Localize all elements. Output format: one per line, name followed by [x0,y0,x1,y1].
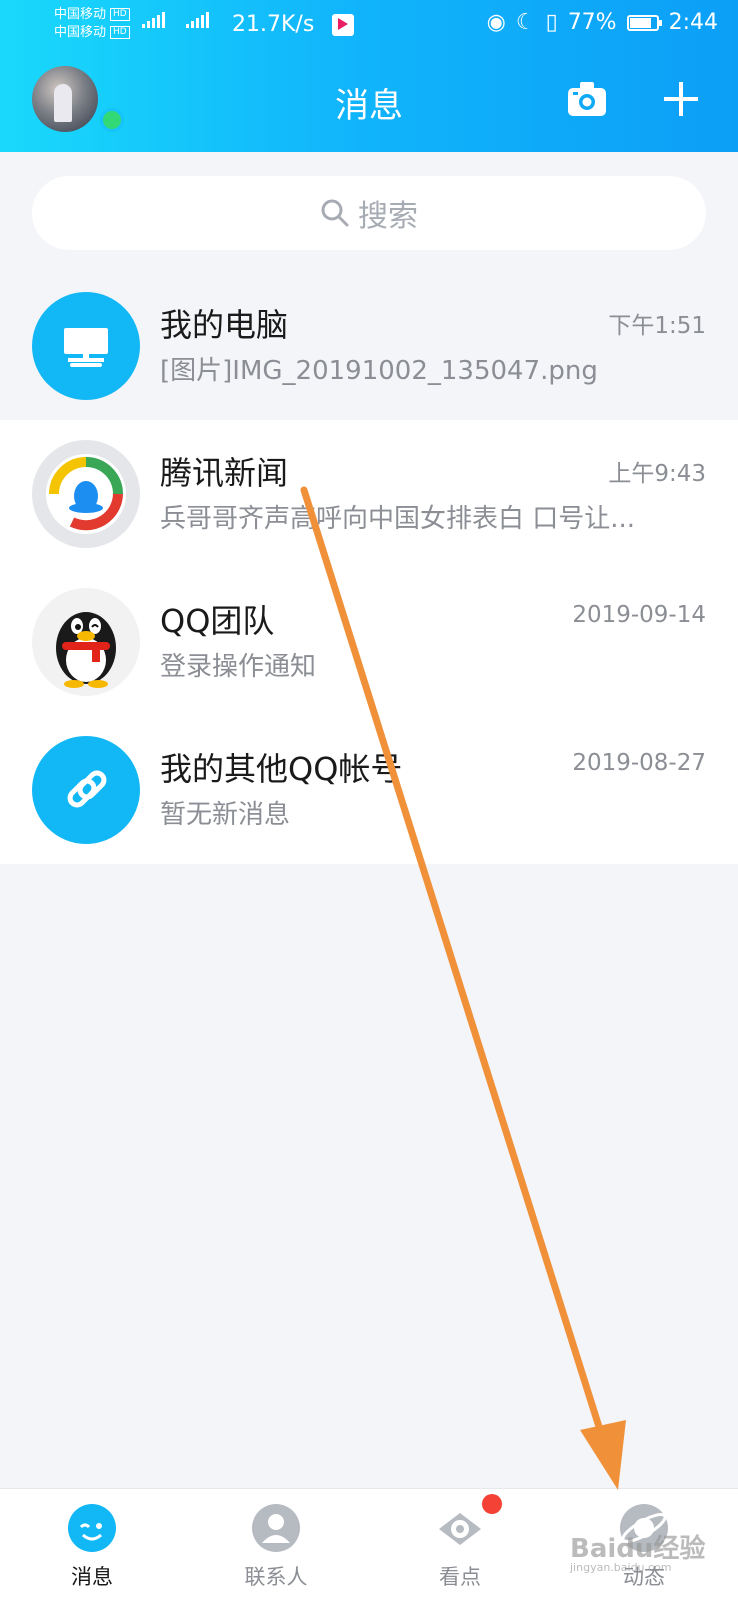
conversation-row[interactable]: QQ团队 登录操作通知 2019-09-14 [0,568,738,716]
signal-icon [186,12,209,28]
tab-messages[interactable]: 消息 [0,1489,184,1601]
hd-badge: HD [110,26,130,39]
page-title: 消息 [335,86,403,126]
tab-label: 联系人 [244,1565,308,1589]
status-bar: 中国移动 HD 中国移动 HD 21.7K/s ◉ ☾ ▯ 77% 2:44 [0,0,738,50]
contacts-icon [252,1504,300,1552]
search-icon [321,199,349,227]
kandian-icon [439,1513,481,1545]
conversation-name: 腾讯新闻 [160,454,289,492]
battery-icon [626,14,662,31]
conversation-time: 下午1:51 [608,313,706,339]
watermark-text: Baidu经验 [570,1534,706,1564]
search-placeholder: 搜索 [358,199,418,234]
youku-icon [332,14,354,36]
conversation-row[interactable]: 腾讯新闻 兵哥哥齐声高呼向中国女排表白 口号让... 上午9:43 [0,420,738,568]
carrier-1: 中国移动 [54,7,107,22]
search-bar[interactable]: 搜索 [32,176,706,250]
tab-label: 消息 [71,1565,113,1589]
conversation-preview: 登录操作通知 [160,652,317,682]
hd-badge: HD [110,8,130,21]
battery-percent: 77% [567,10,617,35]
carrier-info: 中国移动 HD 中国移动 HD [54,6,130,42]
clock: 2:44 [668,10,718,35]
add-icon[interactable] [662,80,700,118]
watermark: Baidu经验 jingyan.baidu.com [570,1528,705,1574]
tencent-news-icon [32,440,140,548]
conversation-time: 上午9:43 [608,461,706,487]
conversation-time: 2019-09-14 [572,602,706,628]
vibrate-icon: ▯ [545,10,558,35]
notification-badge [482,1494,502,1514]
tab-label: 看点 [439,1565,481,1589]
qq-penguin-icon [32,588,140,696]
conversation-time: 2019-08-27 [572,750,706,776]
camera-icon[interactable] [567,80,607,118]
top-header: 中国移动 HD 中国移动 HD 21.7K/s ◉ ☾ ▯ 77% 2:44 消息 [0,0,738,152]
message-icon [68,1504,116,1552]
conversation-preview: 兵哥哥齐声高呼向中国女排表白 口号让... [160,504,636,534]
tab-kandian[interactable]: 看点 [368,1489,552,1601]
conversation-name: QQ团队 [160,602,275,640]
moon-icon: ☾ [515,10,536,35]
eye-icon: ◉ [486,10,506,35]
signal-icon [142,12,165,28]
conversation-row[interactable]: 我的电脑 [图片]IMG_20191002_135047.png 下午1:51 [0,272,738,420]
tab-contacts[interactable]: 联系人 [184,1489,368,1601]
computer-icon [32,292,140,400]
conversation-preview: [图片]IMG_20191002_135047.png [160,356,598,386]
conversation-name: 我的电脑 [160,306,289,344]
conversation-row[interactable]: 我的其他QQ帐号 暂无新消息 2019-08-27 [0,716,738,864]
link-icon [32,736,140,844]
conversation-name: 我的其他QQ帐号 [160,750,403,788]
carrier-2: 中国移动 [54,25,107,40]
conversation-preview: 暂无新消息 [160,800,291,830]
network-speed: 21.7K/s [232,12,315,37]
